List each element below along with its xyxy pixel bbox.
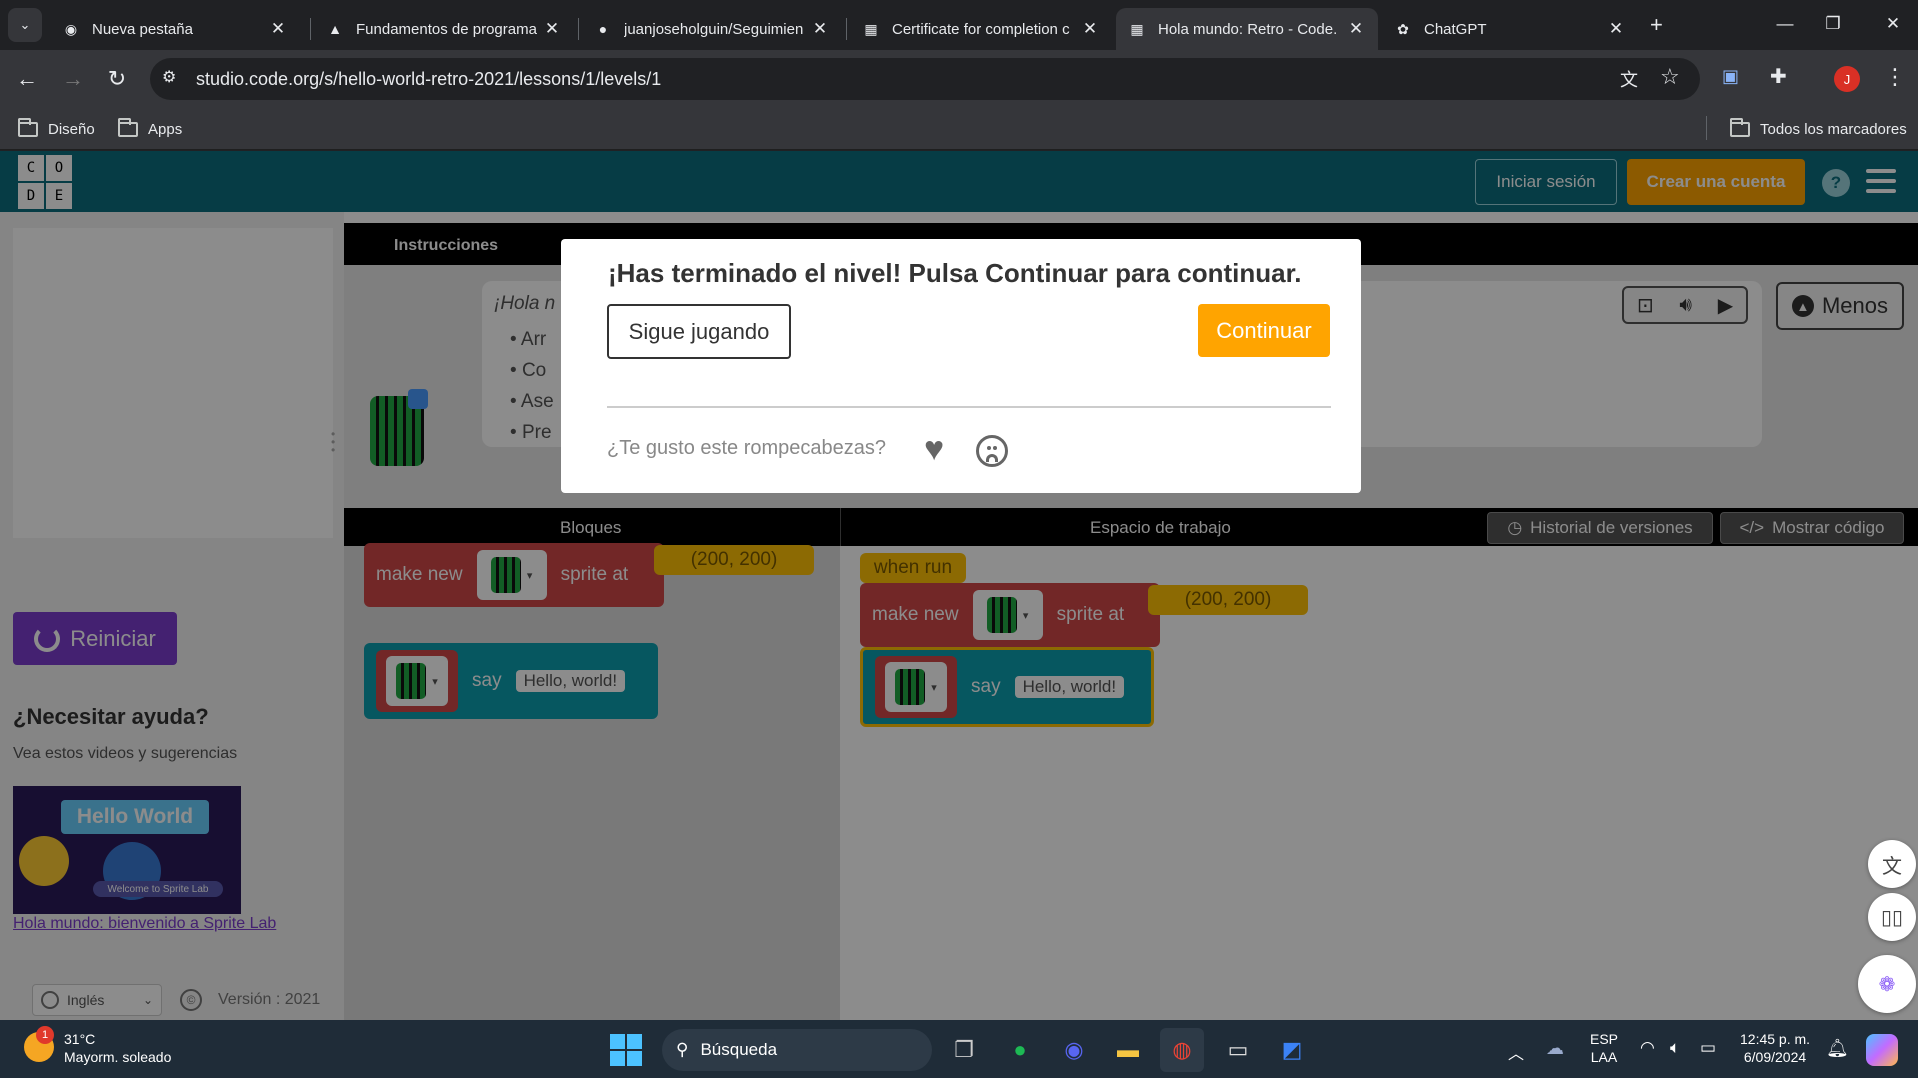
onedrive-icon[interactable]: ☁ bbox=[1546, 1038, 1564, 1059]
rate-puzzle-question: ¿Te gusto este rompecabezas? bbox=[607, 437, 887, 459]
weather-desc: Mayorm. soleado bbox=[64, 1049, 172, 1065]
tab-title: Fundamentos de programa bbox=[356, 20, 537, 38]
codeorg-icon: ▦ bbox=[1130, 20, 1144, 37]
profile-avatar[interactable]: J bbox=[1834, 66, 1860, 92]
bookmark-label: Todos los marcadores bbox=[1760, 120, 1907, 138]
task-view-icon[interactable]: ❐ bbox=[942, 1028, 986, 1072]
tab-separator bbox=[846, 18, 847, 40]
kebab-menu-icon[interactable]: ⋮ bbox=[1884, 64, 1906, 90]
close-icon[interactable]: ✕ bbox=[1080, 19, 1100, 39]
assistant-brain-icon[interactable]: ❁ bbox=[1858, 955, 1916, 1013]
tab-hola-mundo[interactable]: ▦ Hola mundo: Retro - Code. ✕ bbox=[1116, 8, 1378, 50]
clock[interactable]: 12:45 p. m. 6/09/2024 bbox=[1740, 1030, 1810, 1066]
url-text[interactable]: studio.code.org/s/hello-world-retro-2021… bbox=[196, 69, 661, 90]
terminal-icon[interactable]: ▭ bbox=[1216, 1028, 1260, 1072]
continue-button[interactable]: Continuar bbox=[1198, 304, 1330, 357]
all-bookmarks[interactable]: Todos los marcadores bbox=[1730, 116, 1907, 142]
tab-new-tab[interactable]: ◉ Nueva pestaña ✕ bbox=[50, 8, 300, 50]
lang-bottom: LAA bbox=[1590, 1049, 1618, 1065]
tab-title: juanjoseholguin/Seguimien bbox=[624, 20, 804, 38]
tab-title: Hola mundo: Retro - Code. bbox=[1158, 20, 1338, 38]
wifi-icon[interactable]: ◠ bbox=[1640, 1038, 1655, 1058]
codeorg-icon: ▦ bbox=[864, 20, 878, 37]
chrome-icon: ◉ bbox=[64, 20, 78, 37]
translate-icon[interactable]: 文 bbox=[1868, 840, 1916, 888]
clock-time: 12:45 p. m. bbox=[1740, 1031, 1811, 1047]
chatgpt-icon: ✿ bbox=[1397, 20, 1409, 37]
spotify-icon[interactable]: ● bbox=[998, 1028, 1042, 1072]
tab-title: Certificate for completion c bbox=[892, 20, 1070, 38]
course-icon: ▲ bbox=[328, 21, 342, 37]
search-icon: ⚲ bbox=[676, 1040, 689, 1059]
minimize-icon[interactable]: — bbox=[1762, 8, 1808, 40]
battery-icon[interactable]: ▭ bbox=[1700, 1038, 1716, 1058]
close-icon[interactable]: ✕ bbox=[810, 19, 830, 39]
restore-icon[interactable]: ❐ bbox=[1810, 8, 1856, 40]
app-icon[interactable]: ◩ bbox=[1270, 1028, 1314, 1072]
tab-separator bbox=[310, 18, 311, 40]
windows-start-icon[interactable] bbox=[610, 1034, 642, 1066]
clock-date: 6/09/2024 bbox=[1743, 1049, 1807, 1065]
back-icon[interactable]: ← bbox=[12, 64, 42, 94]
heart-icon[interactable]: ♥ bbox=[924, 432, 944, 466]
folder-icon bbox=[1730, 117, 1750, 137]
volume-icon[interactable]: 🔈︎ bbox=[1670, 1038, 1680, 1058]
notification-bell-icon[interactable]: 🔔︎ bbox=[1826, 1038, 1849, 1059]
keep-playing-button[interactable]: Sigue jugando bbox=[607, 304, 791, 359]
tab-fundamentos[interactable]: ▲ Fundamentos de programa ✕ bbox=[314, 8, 574, 50]
chrome-icon[interactable]: ◍ bbox=[1160, 1028, 1204, 1072]
site-info-icon[interactable]: ⚙ bbox=[162, 67, 176, 87]
discord-icon[interactable]: ◉ bbox=[1052, 1028, 1096, 1072]
lang-top: ESP bbox=[1590, 1031, 1619, 1047]
tab-chatgpt[interactable]: ✿ ChatGPT ✕ bbox=[1382, 8, 1638, 50]
close-icon[interactable]: ✕ bbox=[1346, 19, 1366, 39]
level-complete-message: ¡Has terminado el nivel! Pulsa Continuar… bbox=[608, 258, 1302, 288]
new-tab-button[interactable]: + bbox=[1650, 12, 1663, 38]
window-close-icon[interactable]: ✕ bbox=[1870, 8, 1916, 40]
tab-separator bbox=[578, 18, 579, 40]
translate-icon[interactable]: 文 bbox=[1620, 66, 1638, 92]
dialog-divider bbox=[607, 406, 1331, 408]
reader-icon[interactable]: ▯▯ bbox=[1868, 893, 1916, 941]
bookmark-divider bbox=[1706, 116, 1707, 140]
forward-icon[interactable]: → bbox=[58, 64, 88, 94]
tab-certificate[interactable]: ▦ Certificate for completion c ✕ bbox=[850, 8, 1112, 50]
folder-icon bbox=[18, 117, 38, 137]
weather-badge: 1 bbox=[36, 1026, 54, 1044]
bookmark-folder-diseno[interactable]: Diseño bbox=[18, 116, 95, 142]
folder-icon bbox=[118, 117, 138, 137]
chevron-up-icon[interactable]: ︿ bbox=[1508, 1040, 1524, 1064]
taskbar-search[interactable]: ⚲ Búsqueda bbox=[662, 1029, 932, 1071]
search-placeholder: Búsqueda bbox=[700, 1040, 778, 1059]
bookmark-label: Apps bbox=[148, 120, 183, 138]
tab-search-button[interactable]: ⌄ bbox=[8, 8, 42, 42]
close-icon[interactable]: ✕ bbox=[542, 19, 562, 39]
tab-title: Nueva pestaña bbox=[92, 20, 193, 38]
bookmarks-bar bbox=[0, 108, 1918, 150]
file-explorer-icon[interactable]: ▬ bbox=[1106, 1028, 1150, 1072]
bookmark-label: Diseño bbox=[48, 120, 95, 138]
reload-icon[interactable]: ↻ bbox=[102, 64, 132, 94]
frown-icon[interactable] bbox=[976, 435, 1008, 467]
bookmark-star-icon[interactable]: ☆ bbox=[1660, 64, 1680, 90]
weather-widget[interactable]: 31°C Mayorm. soleado bbox=[64, 1030, 171, 1066]
copilot-icon[interactable] bbox=[1866, 1034, 1898, 1066]
close-icon[interactable]: ✕ bbox=[1606, 19, 1626, 39]
puzzle-icon[interactable]: ✚ bbox=[1770, 64, 1787, 89]
weather-temp: 31°C bbox=[64, 1031, 96, 1047]
close-icon[interactable]: ✕ bbox=[268, 19, 288, 39]
language-indicator[interactable]: ESP LAA bbox=[1590, 1030, 1618, 1066]
tab-github[interactable]: ● juanjoseholguin/Seguimien ✕ bbox=[582, 8, 842, 50]
bookmark-folder-apps[interactable]: Apps bbox=[118, 116, 182, 142]
tab-title: ChatGPT bbox=[1424, 20, 1487, 38]
github-icon: ● bbox=[598, 21, 608, 37]
extension-icon[interactable]: ▣ bbox=[1722, 66, 1739, 87]
